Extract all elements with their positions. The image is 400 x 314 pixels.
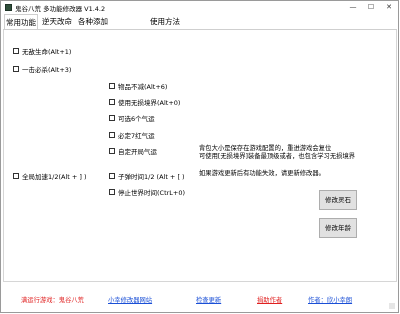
game-status: 满运行游戏：鬼谷八荒 bbox=[21, 297, 84, 304]
option-label: 必定7红气运 bbox=[118, 131, 155, 140]
option-label: 可选6个气运 bbox=[118, 114, 155, 123]
option-label: 自定开局气运 bbox=[118, 147, 157, 156]
checkbox-icon[interactable] bbox=[109, 172, 115, 179]
edit-age-button[interactable]: 修改年龄 bbox=[319, 218, 357, 238]
tab-fate[interactable]: 逆天改命 bbox=[40, 15, 74, 29]
option-invincible[interactable]: 无敌生命(Alt+1) bbox=[13, 46, 72, 56]
checkbox-icon[interactable] bbox=[109, 147, 115, 154]
donate-link[interactable]: 捐助作者 bbox=[257, 295, 282, 304]
checkbox-icon[interactable] bbox=[13, 65, 19, 72]
website-link[interactable]: 小幸修改器网站 bbox=[108, 295, 152, 304]
option-label: 全局加速1/2(Alt + ] ) bbox=[22, 172, 87, 181]
title-bar: 鬼谷八荒 多功能修改器 V1.4.2 — ☐ ✕ bbox=[1, 1, 398, 14]
minimize-button[interactable]: — bbox=[345, 1, 361, 13]
checkbox-icon[interactable] bbox=[13, 47, 19, 54]
option-items-no-decrease[interactable]: 物品不减(Alt+6) bbox=[109, 81, 168, 91]
option-bullet-time[interactable]: 子弹时间1/2 (Alt + [ ) bbox=[109, 171, 185, 181]
close-button[interactable]: ✕ bbox=[381, 1, 397, 13]
note-lossless-realm: 可使用[无损境界]装备最顶级或者，也包含学习无损境界 bbox=[199, 153, 356, 160]
checkbox-icon[interactable] bbox=[109, 131, 115, 138]
option-lossless-realm[interactable]: 使用无损境界(Alt+0) bbox=[109, 97, 181, 107]
option-label: 使用无损境界(Alt+0) bbox=[118, 98, 181, 107]
option-label: 一击必杀(Alt+3) bbox=[22, 65, 72, 74]
option-stop-world-time[interactable]: 停止世界时间(CtrL+0) bbox=[109, 187, 186, 197]
option-custom-start-luck[interactable]: 自定开局气运 bbox=[109, 146, 157, 156]
option-one-hit-kill[interactable]: 一击必杀(Alt+3) bbox=[13, 64, 72, 74]
option-label: 停止世界时间(CtrL+0) bbox=[118, 188, 186, 197]
option-label: 无敌生命(Alt+1) bbox=[22, 47, 72, 56]
maximize-button[interactable]: ☐ bbox=[363, 1, 379, 13]
option-label: 子弹时间1/2 (Alt + [ ) bbox=[118, 172, 185, 181]
window-title: 鬼谷八荒 多功能修改器 V1.4.2 bbox=[15, 5, 106, 13]
tab-bar: 常用功能 逆天改命 各种添加 使用方法 bbox=[3, 14, 397, 30]
author-link[interactable]: 作者：欣小幸朗 bbox=[308, 295, 352, 304]
app-icon bbox=[5, 4, 12, 11]
checkbox-icon[interactable] bbox=[109, 114, 115, 121]
edit-spirit-stone-button[interactable]: 修改灵石 bbox=[319, 190, 357, 210]
checkbox-icon[interactable] bbox=[109, 188, 115, 195]
check-update-link[interactable]: 检查更新 bbox=[196, 295, 221, 304]
option-seven-red-luck[interactable]: 必定7红气运 bbox=[109, 130, 155, 140]
checkbox-icon[interactable] bbox=[109, 82, 115, 89]
option-six-luck[interactable]: 可选6个气运 bbox=[109, 113, 155, 123]
tab-add[interactable]: 各种添加 bbox=[76, 15, 110, 29]
option-label: 物品不减(Alt+6) bbox=[118, 82, 168, 91]
resize-grip-icon[interactable] bbox=[389, 303, 395, 309]
checkbox-icon[interactable] bbox=[109, 98, 115, 105]
note-update: 如果游戏更新后有功能失效，请更新修改器。 bbox=[199, 170, 325, 177]
app-window: 鬼谷八荒 多功能修改器 V1.4.2 — ☐ ✕ 常用功能 逆天改命 各种添加 … bbox=[0, 0, 399, 313]
option-global-speed[interactable]: 全局加速1/2(Alt + ] ) bbox=[13, 171, 87, 181]
tab-common[interactable]: 常用功能 bbox=[4, 14, 38, 29]
tab-usage[interactable]: 使用方法 bbox=[148, 15, 182, 29]
checkbox-icon[interactable] bbox=[13, 172, 19, 179]
